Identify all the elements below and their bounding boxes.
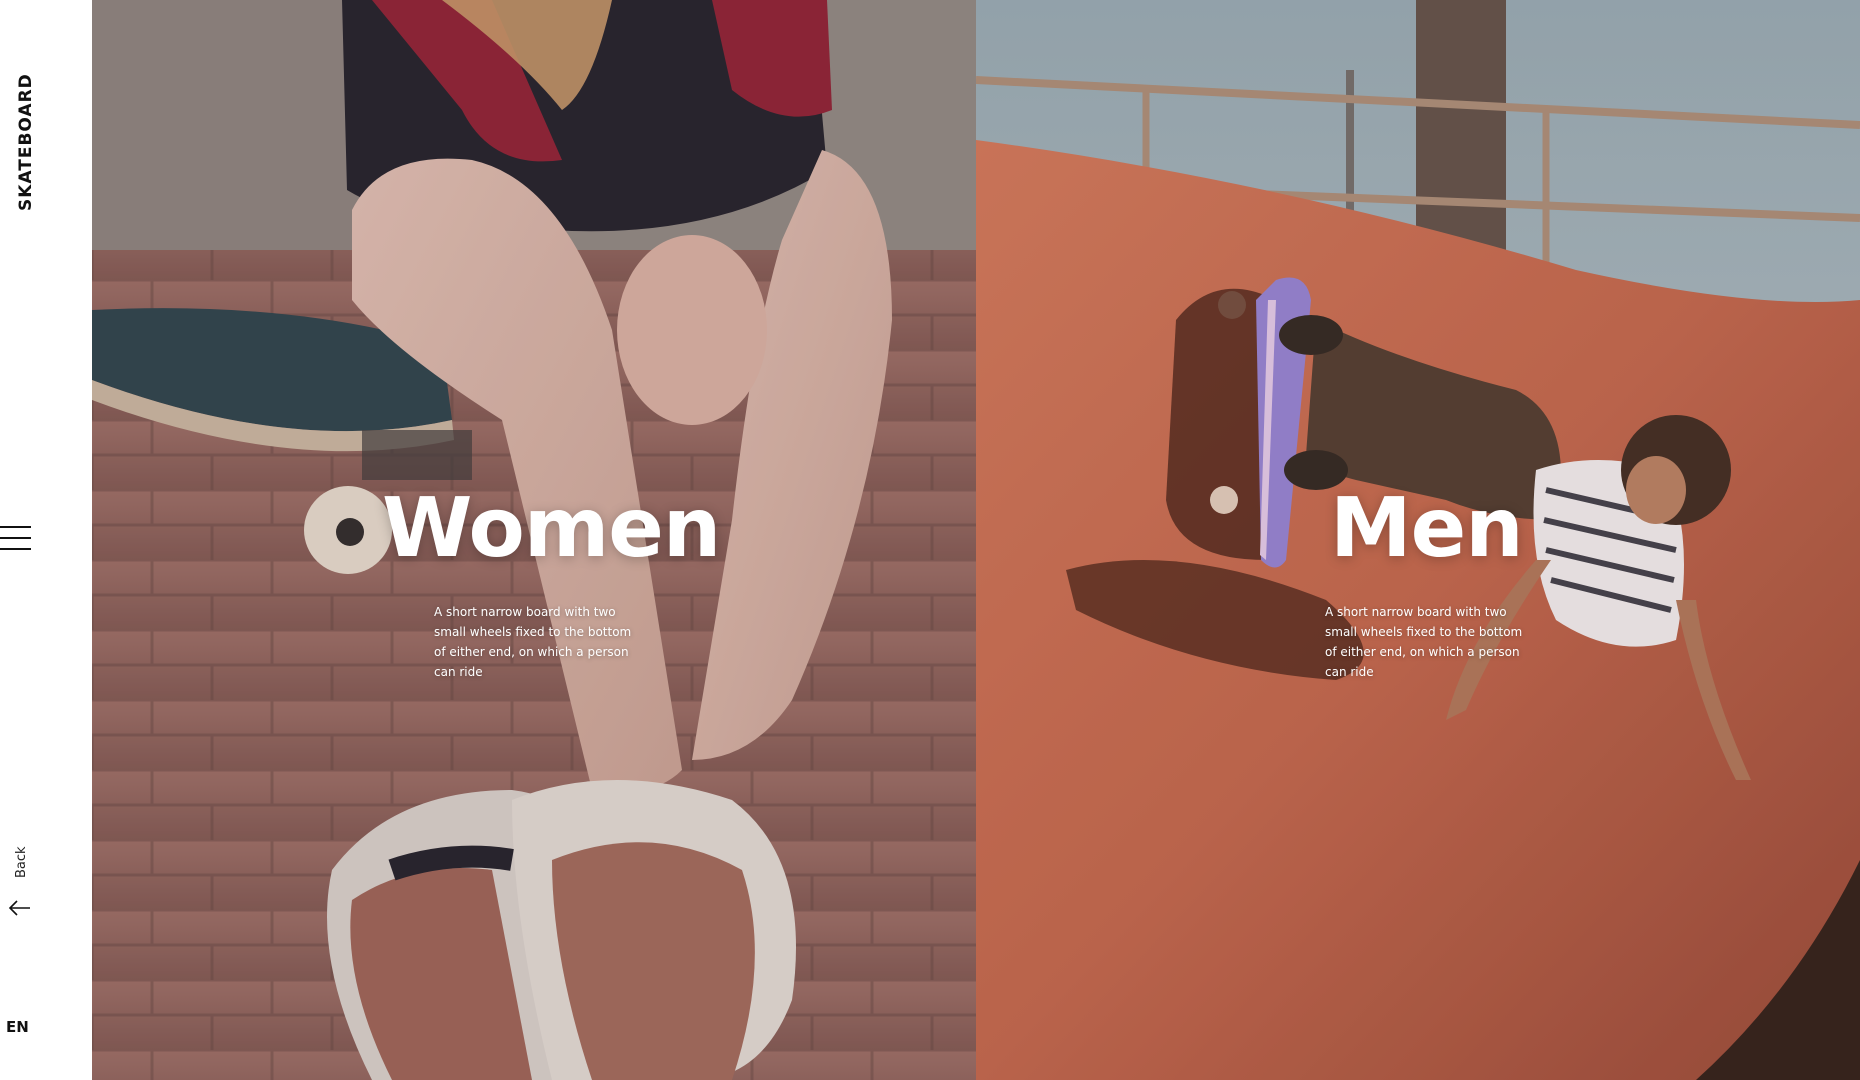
women-panel[interactable]: Women A short narrow board with two smal… [92, 0, 976, 1080]
sidebar: SKATEBOARD Back EN [0, 0, 92, 1080]
men-title[interactable]: Men [1330, 488, 1524, 570]
women-description: A short narrow board with two small whee… [434, 605, 632, 679]
arrow-left-icon[interactable] [8, 898, 32, 918]
brand-name[interactable]: SKATEBOARD [16, 73, 36, 211]
men-panel[interactable]: Men A short narrow board with two small … [976, 0, 1860, 1080]
back-label[interactable]: Back [14, 846, 29, 878]
women-title[interactable]: Women [382, 488, 721, 570]
language-switcher[interactable]: EN [6, 1018, 29, 1036]
hamburger-menu-icon[interactable] [0, 524, 34, 554]
page: SKATEBOARD Back EN Women A short narrow … [0, 0, 1860, 1080]
men-description: A short narrow board with two small whee… [1325, 605, 1523, 679]
